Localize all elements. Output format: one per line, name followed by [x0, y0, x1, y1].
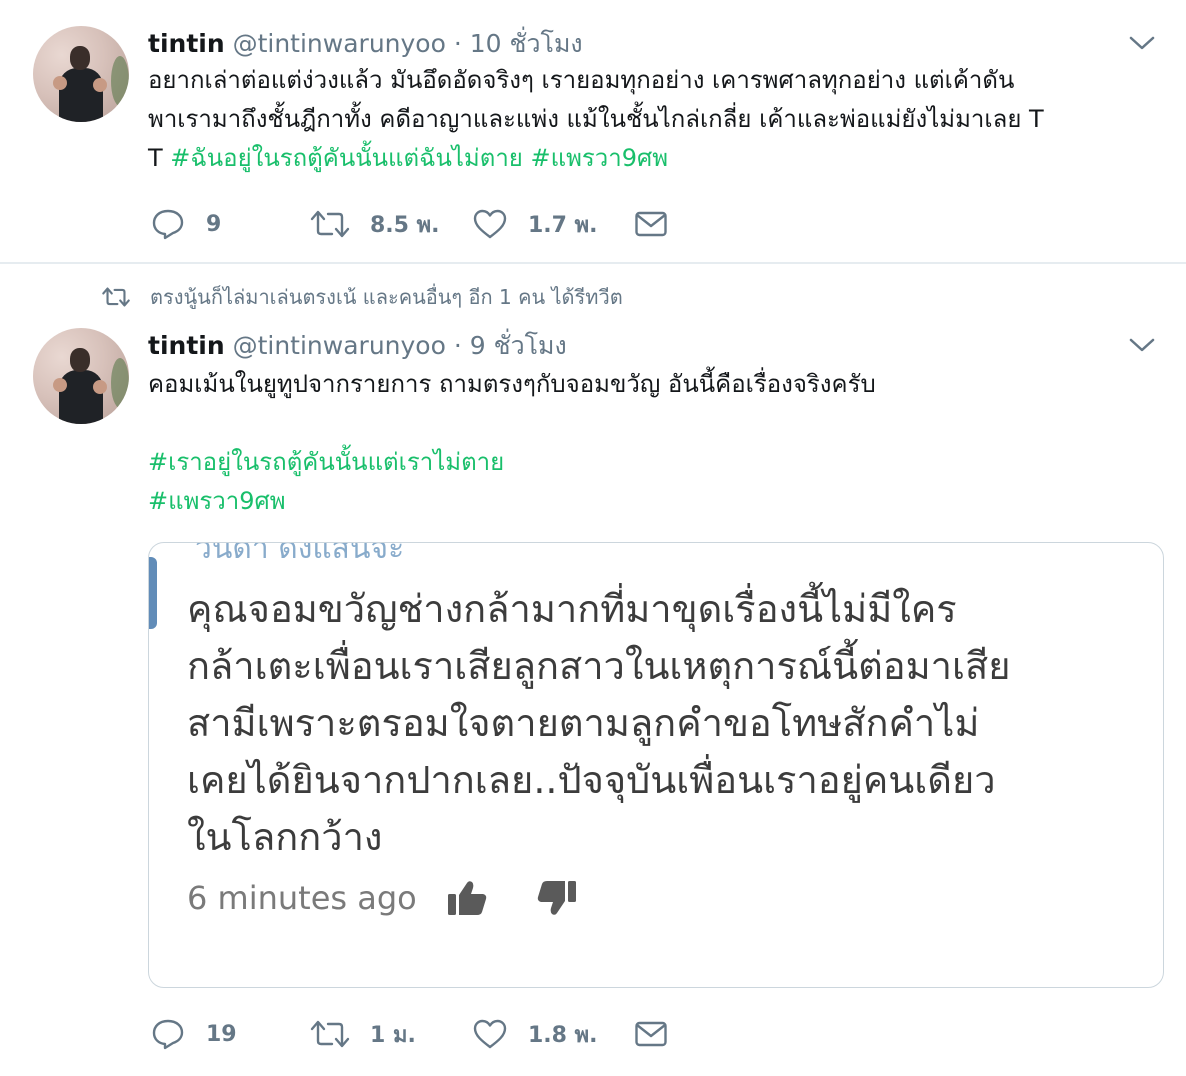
retweet-button[interactable]: 1 ม.	[310, 1014, 416, 1054]
reply-count: 9	[206, 211, 222, 237]
tweet[interactable]: ตรงนู้นก็ไล่มาเล่นตรงเน้ และคนอื่นๆ อีก …	[0, 264, 1186, 1076]
comment-line: คุณจอมขวัญช่างกล้ามากที่มาขุดเรื่องนี้ไม…	[187, 587, 957, 631]
retweet-button[interactable]: 8.5 พ.	[310, 204, 440, 244]
tweet-text-line: อยากเล่าต่อแต่ง่วงแล้ว มันอึดอัดจริงๆ เร…	[148, 66, 1015, 94]
tweet-header: tintin @tintinwarunyoo · 9 ชั่วโมง	[148, 326, 567, 366]
separator: ·	[453, 331, 462, 360]
dm-button[interactable]	[634, 204, 668, 244]
hashtag-link[interactable]: #แพรวา9ศพ	[531, 144, 669, 172]
comment-meta: 6 minutes ago	[187, 873, 579, 923]
like-icon	[473, 1019, 507, 1049]
timestamp[interactable]: 10 ชั่วโมง	[470, 29, 583, 58]
media-image[interactable]: วันดา ดังแสนจะ คุณจอมขวัญช่างกล้ามากที่ม…	[148, 542, 1164, 988]
like-count: 1.7 พ.	[528, 212, 598, 238]
retweet-count: 8.5 พ.	[370, 212, 440, 238]
reply-icon	[152, 1019, 184, 1050]
comment-line: สามีเพราะตรอมใจตายตามลูกคำขอโทษสักคำไม่	[187, 701, 980, 745]
dm-button[interactable]	[634, 1014, 668, 1054]
tweet[interactable]: tintin @tintinwarunyoo · 10 ชั่วโมง อยาก…	[0, 0, 1186, 264]
tweet-text: อยากเล่าต่อแต่ง่วงแล้ว มันอึดอัดจริงๆ เร…	[148, 61, 1148, 178]
display-name[interactable]: tintin	[148, 29, 225, 58]
tweet-text: คอมเม้นในยูทูปจากรายการ ถามตรงๆกับจอมขวั…	[148, 365, 1148, 521]
tweet-text-line: T #ฉันอยู่ในรถตู้คันนั้นแต่ฉันไม่ตาย #แพ…	[148, 139, 1148, 178]
display-name[interactable]: tintin	[148, 331, 225, 360]
chevron-down-icon[interactable]	[1128, 336, 1156, 354]
tweet-text-fragment: T	[148, 144, 171, 172]
retweet-icon	[310, 1020, 350, 1048]
tweet-actions: 9 8.5 พ. 1.7 พ.	[150, 204, 710, 244]
separator: ·	[453, 29, 462, 58]
dm-icon	[635, 211, 667, 237]
reply-icon	[152, 209, 184, 240]
commenter-name: วันดา ดังแสนจะ	[195, 542, 405, 566]
like-count: 1.8 พ.	[528, 1022, 598, 1048]
tweet-text-line: พาเรามาถึงชั้นฎีกาทั้ง คดีอาญาและแพ่ง แม…	[148, 105, 1044, 133]
retweet-icon	[102, 287, 130, 307]
comment-text: คุณจอมขวัญช่างกล้ามากที่มาขุดเรื่องนี้ไม…	[187, 581, 1147, 866]
reply-button[interactable]: 9	[150, 204, 221, 244]
hashtag-link[interactable]: #แพรวา9ศพ	[148, 487, 286, 515]
handle[interactable]: @tintinwarunyoo	[233, 29, 446, 58]
thumbs-up-icon	[447, 881, 486, 915]
card-accent	[149, 557, 157, 629]
retweet-count: 1 ม.	[370, 1022, 416, 1048]
comment-line: เคยได้ยินจากปากเลย..ปัจจุบันเพื่อนเราอยู…	[187, 758, 996, 802]
retweet-icon	[310, 210, 350, 238]
like-button[interactable]: 1.8 พ.	[472, 1014, 598, 1054]
avatar[interactable]	[33, 26, 129, 122]
reply-count: 19	[206, 1021, 237, 1047]
like-button[interactable]: 1.7 พ.	[472, 204, 598, 244]
handle[interactable]: @tintinwarunyoo	[233, 331, 446, 360]
hashtag-link[interactable]: #เราอยู่ในรถตู้คันนั้นแต่เราไม่ตาย	[148, 448, 504, 476]
like-icon	[473, 209, 507, 239]
thumbs-down-icon	[537, 881, 576, 915]
retweet-context: ตรงนู้นก็ไล่มาเล่นตรงเน้ และคนอื่นๆ อีก …	[100, 282, 623, 312]
comment-line: ในโลกกว้าง	[187, 815, 383, 859]
dm-icon	[635, 1021, 667, 1047]
reply-button[interactable]: 19	[150, 1014, 237, 1054]
comment-line: กล้าเตะเพื่อนเราเสียลูกสาวในเหตุการณ์นี้…	[187, 644, 1011, 688]
timestamp[interactable]: 9 ชั่วโมง	[470, 331, 567, 360]
hashtag-link[interactable]: #ฉันอยู่ในรถตู้คันนั้นแต่ฉันไม่ตาย	[170, 144, 523, 172]
avatar[interactable]	[33, 328, 129, 424]
tweet-header: tintin @tintinwarunyoo · 10 ชั่วโมง	[148, 24, 583, 64]
retweet-context-text[interactable]: ตรงนู้นก็ไล่มาเล่นตรงเน้ และคนอื่นๆ อีก …	[150, 281, 623, 313]
chevron-down-icon[interactable]	[1128, 34, 1156, 52]
tweet-actions: 19 1 ม. 1.8 พ.	[150, 1014, 710, 1054]
tweet-text-line: คอมเม้นในยูทูปจากรายการ ถามตรงๆกับจอมขวั…	[148, 370, 876, 398]
comment-time: 6 minutes ago	[187, 879, 417, 917]
